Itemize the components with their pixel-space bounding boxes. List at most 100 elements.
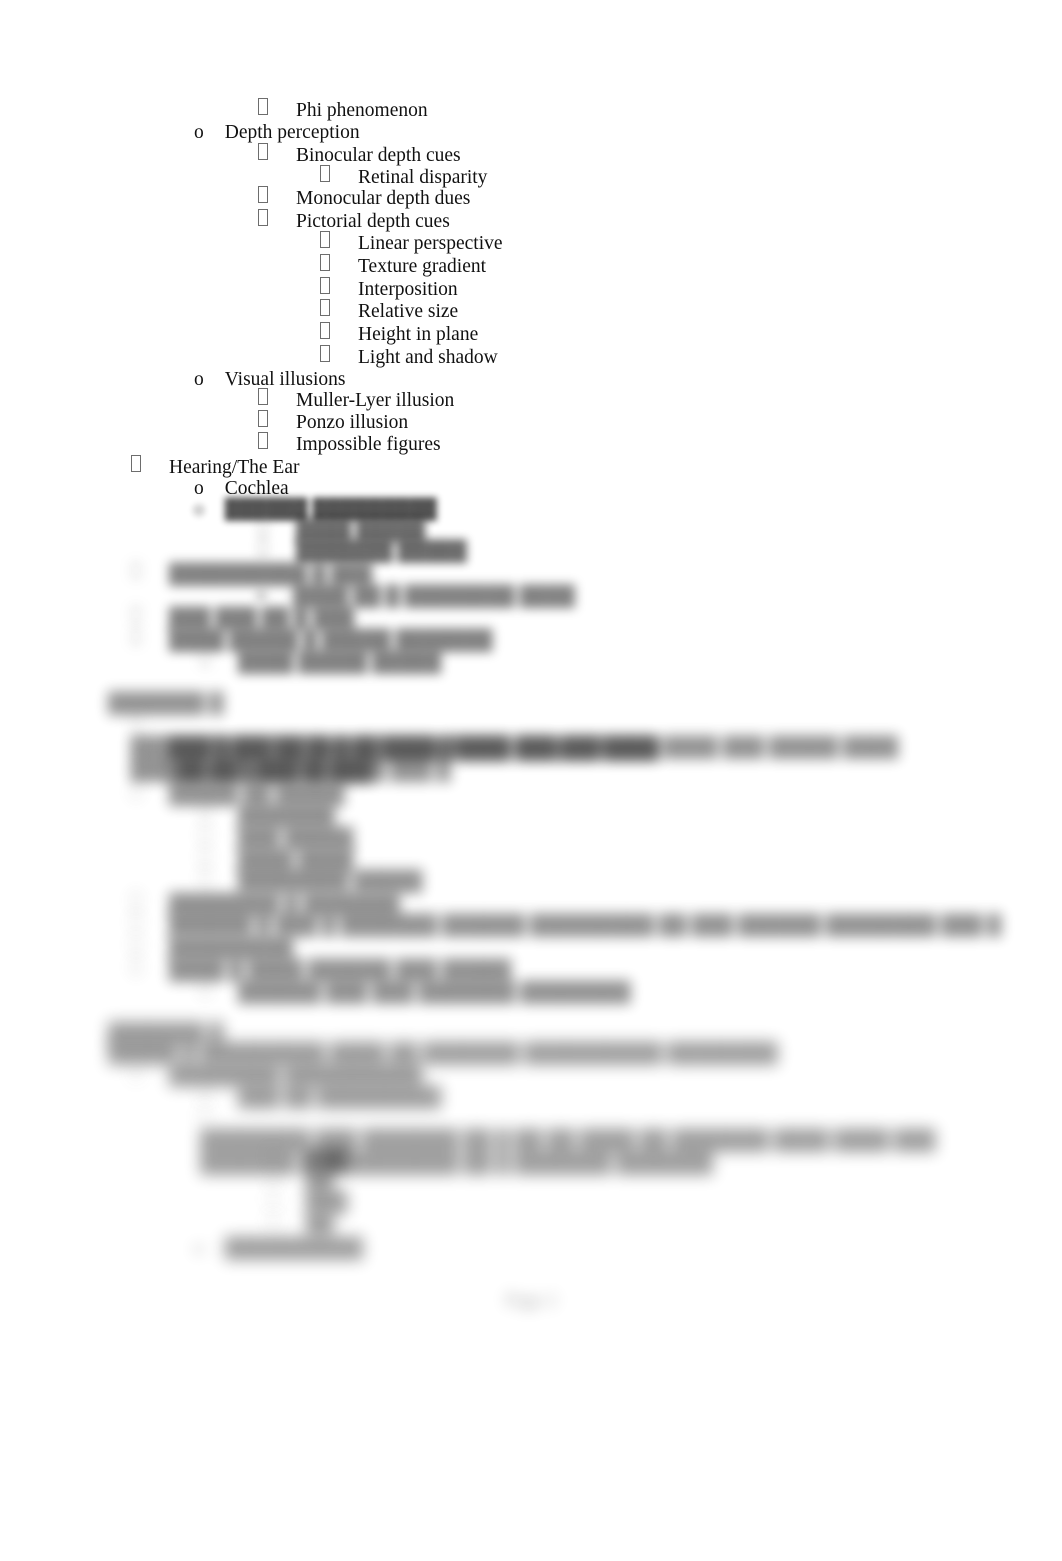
outline-row: ████ █████ █ █████ ███████ <box>131 628 493 652</box>
outline-row: ████████ █ ███████ <box>131 892 400 916</box>
outline-item-text: Impossible figures <box>296 434 441 455</box>
tofu-box-bullet-icon <box>131 606 141 623</box>
tofu-box-bullet-icon <box>131 782 141 799</box>
tofu-box-bullet-icon <box>258 98 268 115</box>
outline-row: Light and shadow <box>320 345 498 369</box>
outline-row: ███ <box>268 1190 347 1214</box>
outline-row: o Depth perception <box>194 121 360 144</box>
page-number: Page 2 <box>505 1290 557 1311</box>
outline-row: █████ ████ █████ <box>131 759 373 783</box>
outline-item-text: Retinal disparity <box>358 167 488 188</box>
outline-item-text: ████ █████ █████ <box>238 652 442 673</box>
outline-item-text: Height in plane <box>358 324 479 345</box>
outline-item-text: █████████ <box>169 938 294 959</box>
outline-row: Muller-Lyer illusion <box>258 388 455 412</box>
outline-item-text: ███ <box>306 1149 348 1170</box>
outline-item-text: ██████████ <box>224 1238 363 1259</box>
tofu-box-bullet-icon <box>258 518 268 535</box>
outline-row: ████ █████ █████ <box>200 650 442 674</box>
outline-row: ██ <box>268 1212 334 1236</box>
outline-row: ██████ ███ ███ ███████ ████████ <box>200 980 631 1004</box>
tofu-box-bullet-icon <box>200 1085 210 1102</box>
outline-item-text: ███████ <box>238 806 335 827</box>
tofu-box-bullet-icon <box>258 186 268 203</box>
outline-item-text: ████ █████ █ █████ ███████ <box>169 630 493 651</box>
outline-item-text: Depth perception <box>224 122 360 143</box>
tofu-box-bullet-icon <box>268 1190 278 1207</box>
tofu-box-bullet-icon <box>200 869 210 886</box>
document-page: Phi phenomenon o Depth perception Binocular… <box>0 0 1062 1561</box>
outline-row: ███ █████ <box>200 826 354 850</box>
letter-o-bullet-icon: o <box>194 478 204 499</box>
outline-item-text: ██████ ███ ███ ███████ ████████ <box>238 982 631 1003</box>
outline-item-text: ███ █████ <box>238 828 354 849</box>
tofu-box-bullet-icon <box>258 388 268 405</box>
tofu-box-bullet-icon <box>268 1169 278 1186</box>
outline-item-text: ████████ ██████████ <box>169 1065 423 1086</box>
tofu-box-bullet-icon <box>268 1147 278 1164</box>
outline-item-text: ████ █ ████ ██████ ███ █████ <box>169 960 512 981</box>
tofu-box-bullet-icon <box>258 143 268 160</box>
outline-row: o ██████ █████████ <box>194 498 437 521</box>
outline-row: Texture gradient <box>320 254 486 278</box>
outline-item-text: Binocular depth cues <box>296 145 461 166</box>
outline-item-text: ████ █████ <box>296 520 426 541</box>
outline-item-text: ███████ █ <box>108 693 224 714</box>
tofu-box-bullet-icon <box>320 322 330 339</box>
tofu-box-bullet-icon <box>200 848 210 865</box>
outline-item-text: █████ ████ █████ <box>169 761 373 782</box>
outline-item-text: Pictorial depth cues <box>296 211 450 232</box>
filled-square-bullet-icon <box>258 592 265 599</box>
outline-row: █████ █ █████████ ████ ██ ███████ ██████… <box>108 1042 778 1065</box>
letter-o-bullet-icon: o <box>194 499 204 520</box>
outline-item-text: ███████ █████ <box>296 541 467 562</box>
outline-row: Ponzo illusion <box>258 410 409 434</box>
outline-item-text: ██████ █████████ <box>224 499 437 520</box>
outline-row: Linear perspective <box>320 231 503 255</box>
tofu-box-bullet-icon <box>131 455 141 472</box>
tofu-box-bullet-icon <box>320 345 330 362</box>
tofu-box-bullet-icon <box>258 432 268 449</box>
outline-row: ██████ █ ███ █ ███████ ██████ █████████ … <box>131 913 1001 937</box>
outline-row: o Cochlea <box>194 477 289 500</box>
tofu-box-bullet-icon <box>131 759 141 776</box>
outline-item-text: Visual illusions <box>224 369 346 390</box>
outline-row: ████ ██ █ ████████ ████ <box>258 585 575 608</box>
outline-row: ████ █████ <box>258 518 426 542</box>
outline-item-text: Ponzo illusion <box>296 412 409 433</box>
outline-row: ██████████ █ ███ <box>131 562 372 586</box>
tofu-box-bullet-icon <box>320 254 330 271</box>
outline-item-text: Linear perspective <box>358 233 503 254</box>
outline-row: █████████ <box>131 936 294 960</box>
outline-row: Impossible figures <box>258 432 441 456</box>
letter-o-bullet-icon: o <box>194 1238 204 1259</box>
outline-item-text: ██ <box>306 1171 334 1192</box>
tofu-box-bullet-icon <box>131 712 141 729</box>
outline-row: ███ <box>268 1147 348 1171</box>
tofu-box-bullet-icon <box>131 892 141 909</box>
outline-row: ███████ █████ <box>258 539 467 563</box>
outline-row: ███ ███ ██ █ ███ <box>131 606 354 630</box>
outline-item-text: Monocular depth dues <box>296 188 471 209</box>
outline-row: Interposition <box>320 277 458 301</box>
tofu-box-bullet-icon <box>320 299 330 316</box>
outline-item-text: Cochlea <box>224 478 289 499</box>
tofu-box-bullet-icon <box>258 410 268 427</box>
tofu-box-bullet-icon <box>200 650 210 667</box>
outline-row: Monocular depth dues <box>258 186 471 210</box>
tofu-box-bullet-icon <box>131 628 141 645</box>
outline-row: ████████ █████ <box>200 869 422 893</box>
outline-row: ████ ████ <box>200 848 353 872</box>
tofu-box-bullet-icon <box>131 737 141 754</box>
outline-row: ████ █ ████ ██████ ███ █████ <box>131 958 512 982</box>
outline-row: Relative size <box>320 299 458 323</box>
outline-item-text: Light and shadow <box>358 347 498 368</box>
outline-row: o Visual illusions <box>194 368 345 391</box>
tofu-box-bullet-icon <box>131 936 141 953</box>
outline-row: Retinal disparity <box>320 165 488 189</box>
letter-o-bullet-icon: o <box>194 122 204 143</box>
outline-row: Pictorial depth cues <box>258 209 450 233</box>
letter-o-bullet-icon: o <box>194 369 204 390</box>
outline-item-text: Muller-Lyer illusion <box>296 390 455 411</box>
outline-row: ███████ <box>200 804 335 828</box>
